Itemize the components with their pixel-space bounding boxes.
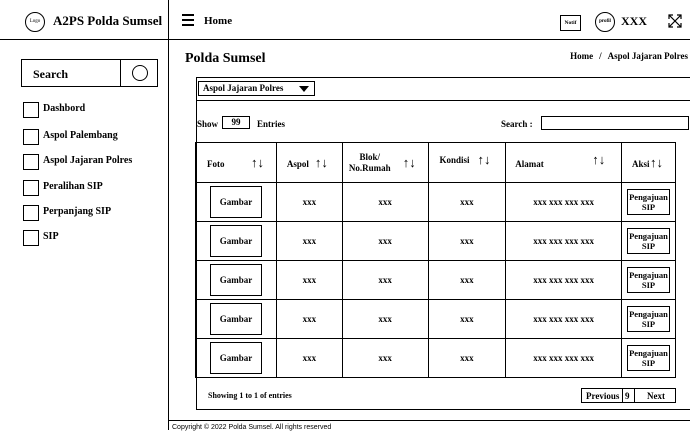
image-placeholder[interactable]: Gambar xyxy=(209,303,262,335)
footer-divider xyxy=(169,420,690,421)
sort-arrows-icon[interactable]: ↑↓ xyxy=(478,152,491,168)
brand-header: Logo A2PS Polda Sumsel xyxy=(0,0,169,40)
user-name: XXX xyxy=(621,14,647,28)
cell-kondisi: xxx xyxy=(427,221,507,261)
sort-arrows-icon[interactable]: ↑↓ xyxy=(315,155,328,171)
cell-blok: xxx xyxy=(341,299,429,339)
column-header-blok[interactable]: Blok/ No.Rumah ↑↓ xyxy=(341,142,429,183)
checkbox-icon xyxy=(23,102,39,118)
pengajuan-sip-button[interactable]: Pengajuan SIP xyxy=(626,267,670,293)
breadcrumb-current: Aspol Jajaran Polres xyxy=(607,51,688,61)
breadcrumb-home[interactable]: Home xyxy=(570,51,593,61)
search-icon[interactable] xyxy=(132,65,148,81)
table-header-row: Foto ↑↓ Aspol ↑↓ Blok/ No.Rumah ↑↓ Kondi… xyxy=(195,142,677,183)
pager-divider xyxy=(622,389,623,402)
table-row: Gambar xxx xxx xxx xxx xxx xxx xxx Penga… xyxy=(195,338,677,378)
sidebar-item-label: Aspol Palembang xyxy=(43,130,118,141)
data-table: Foto ↑↓ Aspol ↑↓ Blok/ No.Rumah ↑↓ Kondi… xyxy=(195,142,677,378)
cell-blok: xxx xyxy=(341,260,429,300)
sidebar-item-label: Peralihan SIP xyxy=(43,181,103,192)
sidebar-search[interactable]: Search xyxy=(21,59,158,87)
image-placeholder[interactable]: Gambar xyxy=(209,225,262,257)
next-button[interactable]: Next xyxy=(647,391,665,401)
breadcrumb: Home / Aspol Jajaran Polres xyxy=(570,51,688,61)
show-label: Show xyxy=(197,119,219,129)
notif-button[interactable]: Notif xyxy=(560,15,581,31)
cell-aspol: xxx xyxy=(275,182,343,222)
cell-alamat: xxx xxx xxx xxx xyxy=(505,182,622,222)
cell-aspol: xxx xyxy=(275,299,343,339)
triangle-down-icon xyxy=(299,86,309,92)
table-row: Gambar xxx xxx xxx xxx xxx xxx xxx Penga… xyxy=(195,182,677,222)
checkbox-icon xyxy=(23,129,39,145)
table-row: Gambar xxx xxx xxx xxx xxx xxx xxx Penga… xyxy=(195,260,677,300)
column-header-kondisi[interactable]: Kondisi ↑↓ xyxy=(427,142,507,183)
sort-arrows-icon[interactable]: ↑↓ xyxy=(403,155,416,171)
cell-alamat: xxx xxx xxx xxx xyxy=(505,338,622,378)
pengajuan-sip-button[interactable]: Pengajuan SIP xyxy=(626,345,670,371)
cell-blok: xxx xyxy=(341,182,429,222)
cell-kondisi: xxx xyxy=(427,338,507,378)
image-placeholder[interactable]: Gambar xyxy=(209,342,262,374)
sort-arrows-icon[interactable]: ↑↓ xyxy=(592,152,605,168)
cell-alamat: xxx xxx xxx xxx xyxy=(505,221,622,261)
sidebar: Logo A2PS Polda Sumsel Search Dashbord A… xyxy=(0,0,169,430)
column-header-aspol[interactable]: Aspol ↑↓ xyxy=(275,142,343,183)
filter-selected-value: Aspol Jajaran Polres xyxy=(203,83,284,93)
cell-aspol: xxx xyxy=(275,221,343,261)
brand-title: A2PS Polda Sumsel xyxy=(53,13,163,28)
checkbox-icon xyxy=(23,154,39,170)
cell-kondisi: xxx xyxy=(427,260,507,300)
profile-button[interactable]: profil xyxy=(595,12,615,32)
hamburger-icon[interactable] xyxy=(182,14,194,26)
pengajuan-sip-button[interactable]: Pengajuan SIP xyxy=(626,228,670,254)
column-header-alamat[interactable]: Alamat ↑↓ xyxy=(505,142,622,183)
page-title: Polda Sumsel xyxy=(185,51,266,66)
topbar-title: Home xyxy=(204,15,233,27)
cell-blok: xxx xyxy=(341,221,429,261)
sort-arrows-icon[interactable]: ↑↓ xyxy=(251,155,264,171)
previous-button[interactable]: Previous xyxy=(586,391,619,401)
column-header-aksi[interactable]: Aksi ↑↓ xyxy=(620,142,677,183)
breadcrumb-separator: / xyxy=(599,51,602,61)
sidebar-item-label: SIP xyxy=(43,231,59,242)
checkbox-icon xyxy=(23,230,39,246)
cell-aspol: xxx xyxy=(275,338,343,378)
checkbox-icon xyxy=(23,180,39,196)
search-divider xyxy=(120,60,121,86)
aspol-filter-select[interactable]: Aspol Jajaran Polres xyxy=(198,81,315,96)
image-placeholder[interactable]: Gambar xyxy=(209,186,262,218)
pengajuan-sip-button[interactable]: Pengajuan SIP xyxy=(626,306,670,332)
table-row: Gambar xxx xxx xxx xxx xxx xxx xxx Penga… xyxy=(195,299,677,339)
table-search-label: Search : xyxy=(501,119,533,129)
table-search-input[interactable] xyxy=(541,116,689,130)
topbar: Home Notif profil XXX xyxy=(169,0,690,40)
cell-alamat: xxx xxx xxx xxx xyxy=(505,260,622,300)
pengajuan-sip-button[interactable]: Pengajuan SIP xyxy=(626,189,670,215)
sidebar-item-label: Dashbord xyxy=(43,103,86,114)
entries-input[interactable]: 99 xyxy=(222,116,250,129)
page-number[interactable]: 9 xyxy=(625,391,630,401)
column-header-foto[interactable]: Foto ↑↓ xyxy=(195,142,277,183)
image-placeholder[interactable]: Gambar xyxy=(209,264,262,296)
pager-divider xyxy=(634,389,635,402)
expand-icon[interactable] xyxy=(668,14,682,28)
logo: Logo xyxy=(25,12,45,32)
pagination-info: Showing 1 to 1 of entries xyxy=(208,391,292,400)
checkbox-icon xyxy=(23,205,39,221)
sidebar-item-label: Aspol Jajaran Polres xyxy=(43,155,133,166)
sidebar-search-label: Search xyxy=(33,67,69,81)
cell-blok: xxx xyxy=(341,338,429,378)
sort-arrows-icon[interactable]: ↑↓ xyxy=(650,155,663,171)
pagination: Previous 9 Next xyxy=(581,388,676,403)
cell-alamat: xxx xxx xxx xxx xyxy=(505,299,622,339)
cell-aspol: xxx xyxy=(275,260,343,300)
table-row: Gambar xxx xxx xxx xxx xxx xxx xxx Penga… xyxy=(195,221,677,261)
cell-kondisi: xxx xyxy=(427,182,507,222)
sidebar-item-label: Perpanjang SIP xyxy=(43,206,112,217)
entries-label: Entries xyxy=(257,119,285,129)
cell-kondisi: xxx xyxy=(427,299,507,339)
